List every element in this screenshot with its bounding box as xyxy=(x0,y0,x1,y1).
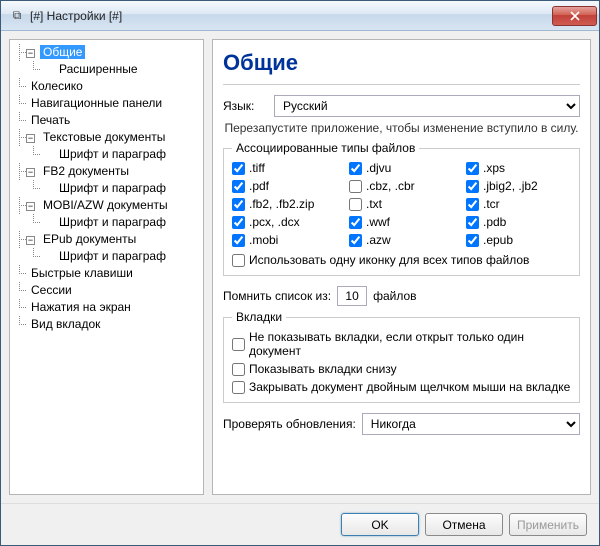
ft-txt[interactable]: .txt xyxy=(349,197,454,211)
ok-button[interactable]: OK xyxy=(341,513,419,536)
updates-label: Проверять обновления: xyxy=(223,417,356,431)
tree-item-font-paragraph[interactable]: Шрифт и параграф xyxy=(56,147,169,161)
tree-item-advanced[interactable]: Расширенные xyxy=(56,62,141,76)
tree-item-general[interactable]: Общие xyxy=(40,45,85,59)
tree-item-navpanels[interactable]: Навигационные панели xyxy=(28,96,165,110)
remember-prefix: Помнить список из: xyxy=(223,289,331,303)
dblclick-close-checkbox[interactable]: Закрывать документ двойным щелчком мыши … xyxy=(232,380,571,394)
restart-hint: Перезапустите приложение, чтобы изменени… xyxy=(223,121,580,135)
language-label: Язык: xyxy=(223,99,268,113)
apply-button[interactable]: Применить xyxy=(509,513,587,536)
file-assoc-group: Ассоциированные типы файлов .tiff .djvu … xyxy=(223,141,580,276)
ft-pdf[interactable]: .pdf xyxy=(232,179,337,193)
titlebar[interactable]: ⧉ [#] Настройки [#] xyxy=(1,1,599,31)
content-panel: Общие Язык: Русский Перезапустите прилож… xyxy=(212,39,591,495)
ft-djvu[interactable]: .djvu xyxy=(349,161,454,175)
ft-wwf[interactable]: .wwf xyxy=(349,215,454,229)
updates-select[interactable]: Никогда xyxy=(362,413,580,435)
expand-icon[interactable]: − xyxy=(26,134,35,143)
window-title: [#] Настройки [#] xyxy=(30,9,552,23)
tree-item-wheel[interactable]: Колесико xyxy=(28,79,86,93)
file-assoc-legend: Ассоциированные типы файлов xyxy=(232,141,419,155)
tree-item-print[interactable]: Печать xyxy=(28,113,73,127)
remember-suffix: файлов xyxy=(373,289,416,303)
close-icon xyxy=(570,11,580,21)
app-icon: ⧉ xyxy=(9,8,25,24)
tree-item-font-paragraph[interactable]: Шрифт и параграф xyxy=(56,181,169,195)
tree-item-screentaps[interactable]: Нажатия на экран xyxy=(28,300,134,314)
dialog-body: −Общие Расширенные Колесико Навигационны… xyxy=(1,31,599,503)
close-button[interactable] xyxy=(552,6,597,26)
tabs-group: Вкладки Не показывать вкладки, если откр… xyxy=(223,310,580,403)
tree-item-font-paragraph[interactable]: Шрифт и параграф xyxy=(56,249,169,263)
expand-icon[interactable]: − xyxy=(26,49,35,58)
one-icon-checkbox[interactable]: Использовать одну иконку для всех типов … xyxy=(232,253,571,267)
remember-count-input[interactable] xyxy=(337,286,367,306)
tree-item-hotkeys[interactable]: Быстрые клавиши xyxy=(28,266,136,280)
category-tree[interactable]: −Общие Расширенные Колесико Навигационны… xyxy=(9,39,204,495)
dialog-footer: OK Отмена Применить xyxy=(1,503,599,545)
language-select[interactable]: Русский xyxy=(274,95,580,117)
hide-single-tab-checkbox[interactable]: Не показывать вкладки, если открыт тольк… xyxy=(232,330,571,358)
tree-item-fb2docs[interactable]: FB2 документы xyxy=(40,164,132,178)
ft-cbz[interactable]: .cbz, .cbr xyxy=(349,179,454,193)
page-title: Общие xyxy=(223,44,580,85)
expand-icon[interactable]: − xyxy=(26,236,35,245)
ft-pcx[interactable]: .pcx, .dcx xyxy=(232,215,337,229)
tabs-legend: Вкладки xyxy=(232,310,286,324)
tree-item-font-paragraph[interactable]: Шрифт и параграф xyxy=(56,215,169,229)
tree-item-textdocs[interactable]: Текстовые документы xyxy=(40,130,168,144)
tabs-bottom-checkbox[interactable]: Показывать вкладки снизу xyxy=(232,362,571,376)
ft-fb2[interactable]: .fb2, .fb2.zip xyxy=(232,197,337,211)
tree-item-mobidocs[interactable]: MOBI/AZW документы xyxy=(40,198,171,212)
ft-epub[interactable]: .epub xyxy=(466,233,571,247)
tree-item-sessions[interactable]: Сессии xyxy=(28,283,75,297)
settings-dialog: ⧉ [#] Настройки [#] −Общие Расширенные К… xyxy=(0,0,600,546)
ft-tiff[interactable]: .tiff xyxy=(232,161,337,175)
cancel-button[interactable]: Отмена xyxy=(425,513,503,536)
ft-mobi[interactable]: .mobi xyxy=(232,233,337,247)
tree-item-tabsview[interactable]: Вид вкладок xyxy=(28,317,103,331)
expand-icon[interactable]: − xyxy=(26,202,35,211)
expand-icon[interactable]: − xyxy=(26,168,35,177)
remember-list-row: Помнить список из: файлов xyxy=(223,286,580,306)
ft-tcr[interactable]: .tcr xyxy=(466,197,571,211)
tree-item-epubdocs[interactable]: EPub документы xyxy=(40,232,139,246)
ft-jbig2[interactable]: .jbig2, .jb2 xyxy=(466,179,571,193)
ft-pdb[interactable]: .pdb xyxy=(466,215,571,229)
ft-azw[interactable]: .azw xyxy=(349,233,454,247)
ft-xps[interactable]: .xps xyxy=(466,161,571,175)
